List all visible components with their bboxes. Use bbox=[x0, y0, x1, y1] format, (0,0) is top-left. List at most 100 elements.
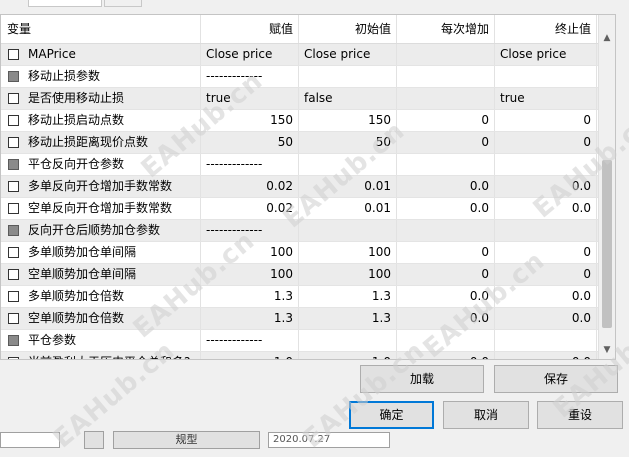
table-row[interactable]: MAPrice Close price Close price Close price bbox=[1, 44, 615, 66]
tab-optimization[interactable] bbox=[104, 0, 142, 7]
table-row[interactable]: 多单顺势加仓单间隔 100 100 0 0 bbox=[1, 242, 615, 264]
scrollbar-thumb[interactable] bbox=[602, 160, 612, 328]
value-cell[interactable]: 150 bbox=[201, 110, 299, 131]
stop-cell[interactable]: Close price bbox=[495, 44, 597, 65]
optimize-checkbox[interactable] bbox=[8, 71, 19, 82]
stop-cell[interactable]: 0.0 bbox=[495, 176, 597, 197]
optimize-checkbox[interactable] bbox=[8, 225, 19, 236]
value-cell[interactable]: 0.02 bbox=[201, 198, 299, 219]
col-header-initial[interactable]: 初始值 bbox=[299, 15, 397, 43]
bottom-small-button[interactable] bbox=[84, 431, 104, 449]
table-row[interactable]: 移动止损启动点数 150 150 0 0 bbox=[1, 110, 615, 132]
optimize-checkbox[interactable] bbox=[8, 313, 19, 324]
bottom-slider-track[interactable] bbox=[0, 432, 60, 448]
step-cell[interactable]: 0 bbox=[397, 110, 495, 131]
bottom-date-field[interactable]: 2020.07.27 bbox=[268, 432, 390, 448]
vertical-scrollbar[interactable]: ▲ ▼ bbox=[598, 15, 615, 359]
table-row[interactable]: 多单反向开仓增加手数常数 0.02 0.01 0.0 0.0 bbox=[1, 176, 615, 198]
stop-cell[interactable]: true bbox=[495, 88, 597, 109]
tab-inputs[interactable] bbox=[28, 0, 102, 7]
step-cell[interactable]: 0.0 bbox=[397, 308, 495, 329]
stop-cell[interactable]: 0.0 bbox=[495, 308, 597, 329]
group-row[interactable]: 平仓参数 ------------- bbox=[1, 330, 615, 352]
initial-cell[interactable]: 1.3 bbox=[299, 308, 397, 329]
step-cell[interactable]: 0.0 bbox=[397, 352, 495, 359]
initial-cell[interactable]: 1.3 bbox=[299, 286, 397, 307]
value-cell[interactable]: 100 bbox=[201, 264, 299, 285]
table-row[interactable]: 空单顺势加仓单间隔 100 100 0 0 bbox=[1, 264, 615, 286]
load-button[interactable]: 加载 bbox=[360, 365, 484, 393]
value-cell[interactable]: 100 bbox=[201, 242, 299, 263]
col-header-value[interactable]: 赋值 bbox=[201, 15, 299, 43]
value-cell[interactable]: 50 bbox=[201, 132, 299, 153]
reset-button[interactable]: 重设 bbox=[537, 401, 623, 429]
stop-cell[interactable]: 0 bbox=[495, 132, 597, 153]
optimize-checkbox[interactable] bbox=[8, 247, 19, 258]
bottom-partial-button[interactable]: 规型 bbox=[113, 431, 260, 449]
optimize-checkbox[interactable] bbox=[8, 159, 19, 170]
stop-cell[interactable]: 0.0 bbox=[495, 286, 597, 307]
table-row[interactable]: 移动止损距离现价点数 50 50 0 0 bbox=[1, 132, 615, 154]
initial-cell[interactable]: Close price bbox=[299, 44, 397, 65]
optimize-checkbox[interactable] bbox=[8, 203, 19, 214]
step-cell[interactable]: 0.0 bbox=[397, 198, 495, 219]
variable-cell: 反向开仓后顺势加仓参数 bbox=[1, 220, 201, 241]
optimize-checkbox[interactable] bbox=[8, 269, 19, 280]
col-header-step[interactable]: 每次增加 bbox=[397, 15, 495, 43]
optimize-checkbox[interactable] bbox=[8, 115, 19, 126]
optimize-checkbox[interactable] bbox=[8, 335, 19, 346]
step-cell[interactable]: 0.0 bbox=[397, 176, 495, 197]
initial-cell[interactable]: 150 bbox=[299, 110, 397, 131]
optimize-checkbox[interactable] bbox=[8, 291, 19, 302]
table-row[interactable]: 当前盈利大于历史平仓总和多?..1.01.00.00.0 bbox=[1, 352, 615, 359]
initial-cell[interactable]: 0.01 bbox=[299, 198, 397, 219]
scroll-up-icon[interactable]: ▲ bbox=[599, 31, 615, 45]
table-row[interactable]: 多单顺势加仓倍数 1.3 1.3 0.0 0.0 bbox=[1, 286, 615, 308]
cancel-button[interactable]: 取消 bbox=[443, 401, 529, 429]
optimize-checkbox[interactable] bbox=[8, 181, 19, 192]
optimize-checkbox[interactable] bbox=[8, 357, 19, 359]
table-row[interactable]: 空单顺势加仓倍数 1.3 1.3 0.0 0.0 bbox=[1, 308, 615, 330]
initial-cell[interactable]: 100 bbox=[299, 264, 397, 285]
col-header-variable[interactable]: 变量 bbox=[1, 15, 201, 43]
col-header-stop[interactable]: 终止值 bbox=[495, 15, 597, 43]
ok-button[interactable]: 确定 bbox=[349, 401, 434, 429]
variable-cell: 是否使用移动止损 bbox=[1, 88, 201, 109]
value-cell[interactable]: Close price bbox=[201, 44, 299, 65]
group-row[interactable]: 移动止损参数 ------------- bbox=[1, 66, 615, 88]
table-row[interactable]: 是否使用移动止损 true false true bbox=[1, 88, 615, 110]
variable-cell: 空单顺势加仓倍数 bbox=[1, 308, 201, 329]
step-cell[interactable] bbox=[397, 88, 495, 109]
variable-cell: 移动止损启动点数 bbox=[1, 110, 201, 131]
value-cell[interactable]: 0.02 bbox=[201, 176, 299, 197]
initial-cell[interactable]: 1.0 bbox=[299, 352, 397, 359]
variable-label: 反向开仓后顺势加仓参数 bbox=[28, 223, 161, 237]
stop-cell[interactable]: 0 bbox=[495, 242, 597, 263]
group-row[interactable]: 反向开仓后顺势加仓参数 ------------- bbox=[1, 220, 615, 242]
stop-cell[interactable]: 0.0 bbox=[495, 352, 597, 359]
group-row[interactable]: 平仓反向开仓参数 ------------- bbox=[1, 154, 615, 176]
save-button[interactable]: 保存 bbox=[494, 365, 618, 393]
value-cell[interactable]: 1.3 bbox=[201, 308, 299, 329]
scroll-down-icon[interactable]: ▼ bbox=[599, 343, 615, 357]
step-cell[interactable]: 0 bbox=[397, 264, 495, 285]
step-cell[interactable]: 0 bbox=[397, 242, 495, 263]
initial-cell[interactable]: false bbox=[299, 88, 397, 109]
optimize-checkbox[interactable] bbox=[8, 49, 19, 60]
initial-cell[interactable]: 0.01 bbox=[299, 176, 397, 197]
stop-cell[interactable]: 0 bbox=[495, 110, 597, 131]
value-cell[interactable]: 1.3 bbox=[201, 286, 299, 307]
step-cell[interactable]: 0.0 bbox=[397, 286, 495, 307]
initial-cell[interactable]: 50 bbox=[299, 132, 397, 153]
value-cell[interactable]: true bbox=[201, 88, 299, 109]
step-cell[interactable] bbox=[397, 44, 495, 65]
optimize-checkbox[interactable] bbox=[8, 93, 19, 104]
table-row[interactable]: 空单反向开仓增加手数常数 0.02 0.01 0.0 0.0 bbox=[1, 198, 615, 220]
stop-cell[interactable]: 0.0 bbox=[495, 198, 597, 219]
step-cell[interactable]: 0 bbox=[397, 132, 495, 153]
initial-cell[interactable]: 100 bbox=[299, 242, 397, 263]
optimize-checkbox[interactable] bbox=[8, 137, 19, 148]
stop-cell[interactable]: 0 bbox=[495, 264, 597, 285]
variable-cell: MAPrice bbox=[1, 44, 201, 65]
value-cell[interactable]: 1.0 bbox=[201, 352, 299, 359]
